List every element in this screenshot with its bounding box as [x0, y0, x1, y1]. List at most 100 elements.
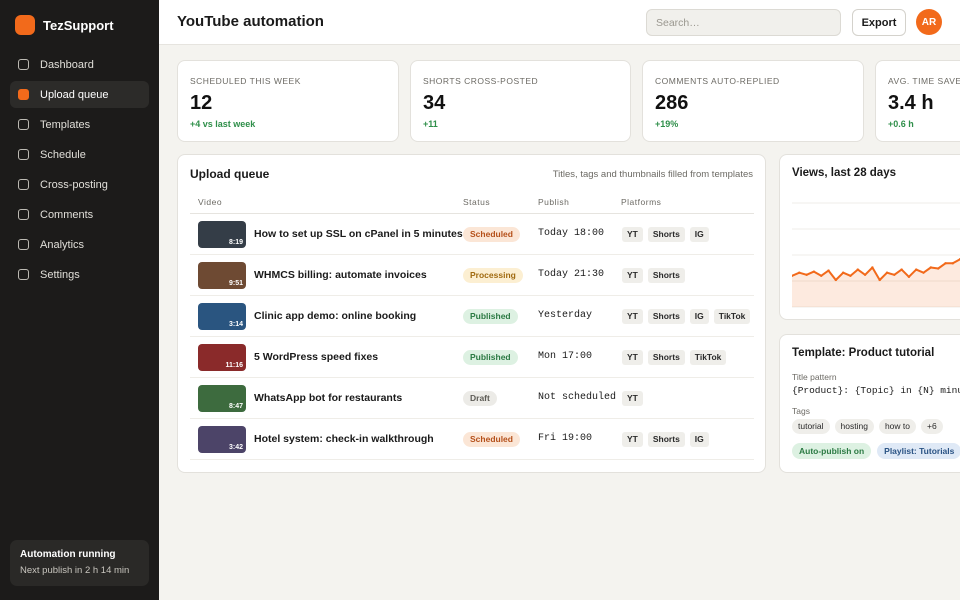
views-point: [871, 266, 874, 269]
video-thumbnail[interactable]: 9:51: [198, 262, 246, 289]
stat-card-comments: Comments auto-replied 286 +19%: [642, 60, 864, 142]
publish-time: Not scheduled: [538, 392, 617, 403]
search-input[interactable]: [646, 9, 841, 36]
views-point: [856, 268, 859, 271]
publish-time: Fri 19:00: [538, 433, 593, 444]
stat-delta: +11: [423, 119, 438, 129]
video-thumbnail[interactable]: 3:42: [198, 426, 246, 453]
video-title[interactable]: WHMCS billing: automate invoices: [254, 269, 427, 281]
publish-time: Today 18:00: [538, 228, 605, 239]
platform-badge: YT: [622, 350, 643, 365]
playlist-badge[interactable]: Playlist: Tutorials: [877, 443, 960, 459]
tag[interactable]: hosting: [834, 419, 874, 434]
platform-badge: Shorts: [647, 268, 685, 283]
avatar[interactable]: AR: [916, 9, 942, 35]
platform-badge: Shorts: [647, 227, 685, 242]
stat-label: Comments auto-replied: [655, 76, 780, 86]
tag[interactable]: tutorial: [792, 419, 830, 434]
video-duration: 9:51: [228, 280, 243, 287]
video-title[interactable]: Clinic app demo: online booking: [254, 310, 416, 322]
stat-label: Avg. time saved: [888, 76, 960, 86]
column-header-video[interactable]: Video: [198, 197, 222, 207]
platform-badge: IG: [689, 309, 709, 324]
sidebar-item-label: Schedule: [40, 148, 86, 161]
dashboard-icon: [18, 59, 29, 70]
table-row[interactable]: 11:16 5 WordPress speed fixes Published Mon…: [190, 337, 754, 378]
tag[interactable]: how to: [878, 419, 916, 434]
table-row[interactable]: 8:47 WhatsApp bot for restaurants Draft Not…: [190, 378, 754, 419]
sidebar-item-label: Upload queue: [40, 88, 109, 101]
template-title: Template: Product tutorial: [792, 347, 935, 359]
sidebar-item-label: Dashboard: [40, 58, 94, 71]
sidebar-item-comments[interactable]: Comments: [10, 201, 149, 228]
video-title[interactable]: 5 WordPress speed fixes: [254, 351, 378, 363]
views-point: [827, 269, 830, 272]
export-button[interactable]: Export: [852, 9, 906, 36]
schedule-icon: [18, 149, 29, 160]
brand[interactable]: TezSupport: [15, 15, 114, 35]
views-card: Views, last 28 days: [779, 154, 960, 320]
platform-badge: Shorts: [647, 432, 685, 447]
table-row[interactable]: 3:42 Hotel system: check-in walkthrough Sc…: [190, 419, 754, 460]
video-title[interactable]: How to set up SSL on cPanel in 5 minutes: [254, 228, 463, 240]
views-point: [944, 262, 947, 265]
views-point: [900, 268, 903, 271]
analytics-icon: [18, 239, 29, 250]
status-badge: Scheduled: [463, 432, 520, 447]
settings-icon: [18, 269, 29, 280]
upload-queue-card: Upload queue Titles, tags and thumbnails…: [177, 154, 766, 473]
column-header-status[interactable]: Status: [463, 197, 490, 207]
automation-status-title: Automation running: [20, 549, 116, 560]
views-point: [885, 271, 889, 274]
platform-list: YT: [622, 391, 643, 406]
sidebar-item-templates[interactable]: Templates: [10, 111, 149, 138]
views-area-fill: [792, 259, 960, 307]
sidebar-item-settings[interactable]: Settings: [10, 261, 149, 288]
automation-status-card: Automation running Next publish in 2 h 1…: [10, 540, 149, 586]
comments-icon: [18, 209, 29, 220]
views-point: [878, 278, 881, 282]
video-thumbnail[interactable]: 3:14: [198, 303, 246, 330]
video-thumbnail[interactable]: 11:16: [198, 344, 246, 371]
platform-badge: IG: [689, 432, 709, 447]
platform-badge: YT: [622, 391, 643, 406]
tag-more[interactable]: +6: [920, 419, 943, 434]
platform-badge: YT: [622, 309, 643, 324]
video-duration: 3:14: [228, 321, 243, 328]
video-duration: 3:42: [228, 444, 243, 451]
status-badge: Scheduled: [463, 227, 520, 242]
views-title: Views, last 28 days: [792, 167, 896, 179]
sidebar-item-schedule[interactable]: Schedule: [10, 141, 149, 168]
sidebar-item-analytics[interactable]: Analytics: [10, 231, 149, 258]
sidebar-item-cross-posting[interactable]: Cross-posting: [10, 171, 149, 198]
page-title: YouTube automation: [177, 13, 324, 30]
table-row[interactable]: 9:51 WHMCS billing: automate invoices Proc…: [190, 255, 754, 296]
video-title[interactable]: Hotel system: check-in walkthrough: [254, 433, 434, 445]
sidebar: TezSupport Dashboard Upload queue Templa…: [0, 0, 159, 600]
views-point: [841, 271, 845, 274]
tags-label: Tags: [792, 406, 810, 416]
video-thumbnail[interactable]: 8:47: [198, 385, 246, 412]
table-row[interactable]: 8:19 How to set up SSL on cPanel in 5 min…: [190, 214, 754, 255]
automation-next-publish: Next publish in 2 h 14 min: [20, 565, 130, 576]
column-header-platforms[interactable]: Platforms: [621, 197, 661, 207]
views-point: [863, 273, 867, 276]
table-row[interactable]: 3:14 Clinic app demo: online booking Publi…: [190, 296, 754, 337]
title-pattern-label: Title pattern: [792, 372, 837, 382]
brand-logo-icon: [15, 15, 35, 35]
column-header-publish[interactable]: Publish: [538, 197, 569, 207]
video-title[interactable]: WhatsApp bot for restaurants: [254, 392, 402, 404]
sidebar-item-dashboard[interactable]: Dashboard: [10, 51, 149, 78]
video-thumbnail[interactable]: 8:19: [198, 221, 246, 248]
sidebar-item-upload-queue[interactable]: Upload queue: [10, 81, 149, 108]
autopublish-badge[interactable]: Auto-publish on: [792, 443, 872, 459]
stat-label: Scheduled this week: [190, 76, 301, 86]
stat-value: 286: [655, 92, 689, 114]
stat-card-scheduled: Scheduled this week 12 +4 vs last week: [177, 60, 399, 142]
platform-badge: YT: [622, 227, 643, 242]
views-point: [798, 271, 801, 274]
template-tags: tutorial hosting how to +6: [792, 419, 943, 434]
stat-label: Shorts cross-posted: [423, 76, 539, 86]
views-point: [929, 266, 933, 269]
sidebar-item-label: Templates: [40, 118, 91, 131]
